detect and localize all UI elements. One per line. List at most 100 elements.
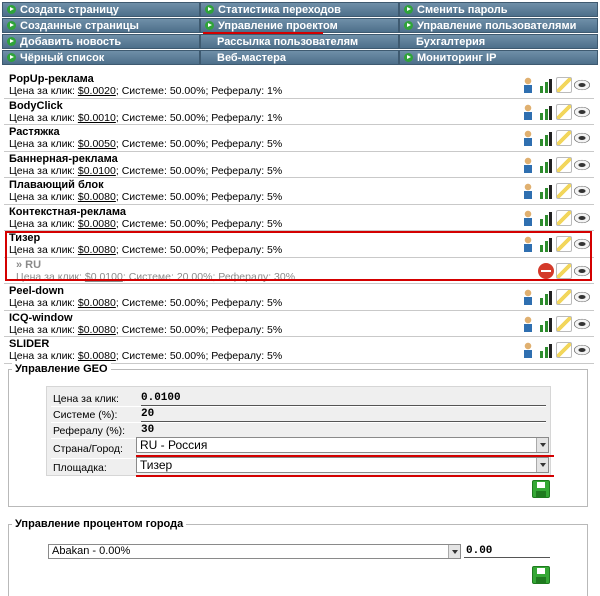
placement-select[interactable]: Тизер — [136, 457, 549, 473]
ad-type-name: SLIDER — [9, 338, 50, 350]
stats-icon[interactable] — [538, 156, 554, 173]
arrow-icon — [7, 53, 16, 62]
nav-click-stats[interactable]: Статистика переходов — [200, 2, 399, 17]
geo-system-input[interactable]: 20 — [141, 408, 546, 422]
stats-icon[interactable] — [538, 289, 554, 305]
edit-icon[interactable] — [556, 289, 572, 305]
view-icon[interactable] — [574, 103, 590, 120]
nav-ip-monitoring[interactable]: Мониторинг IP — [399, 50, 598, 65]
view-icon[interactable] — [574, 209, 590, 226]
ad-type-info: Цена за клик: $0.0100; Системе: 50.00%; … — [9, 164, 283, 177]
view-icon[interactable] — [574, 130, 590, 146]
users-icon[interactable] — [520, 289, 536, 305]
price-link[interactable]: $0.0050 — [78, 138, 116, 150]
edit-icon[interactable] — [556, 130, 572, 146]
users-icon[interactable] — [520, 77, 536, 93]
price-link[interactable]: $0.0080 — [78, 191, 116, 203]
price-link[interactable]: $0.0100 — [78, 165, 116, 177]
highlight-box — [5, 231, 592, 281]
row-actions — [518, 130, 590, 146]
city-percent-input[interactable]: 0.00 — [464, 545, 550, 558]
ad-type-info: Цена за клик: $0.0010; Системе: 50.00%; … — [9, 111, 283, 124]
price-link[interactable]: $0.0080 — [78, 350, 116, 362]
city-select[interactable]: Abakan - 0.00% — [48, 544, 461, 559]
edit-icon[interactable] — [556, 103, 572, 120]
arrow-icon — [404, 21, 413, 30]
stats-icon[interactable] — [538, 77, 554, 93]
arrow-icon — [205, 21, 214, 30]
nav-project-management[interactable]: Управление проектом — [200, 18, 399, 33]
view-icon[interactable] — [574, 156, 590, 173]
ad-type-info: Цена за клик: $0.0080; Системе: 50.00%; … — [9, 323, 283, 336]
geo-system-row: Системе (%): 20 — [51, 407, 546, 423]
edit-icon[interactable] — [556, 77, 572, 93]
users-icon[interactable] — [520, 130, 536, 146]
price-link[interactable]: $0.0080 — [78, 218, 116, 230]
chevron-down-icon — [448, 545, 460, 558]
arrow-icon — [7, 37, 16, 46]
price-link[interactable]: $0.0080 — [78, 324, 116, 336]
ad-type-name: BodyClick — [9, 99, 63, 112]
edit-icon[interactable] — [556, 209, 572, 226]
stats-icon[interactable] — [538, 342, 554, 358]
nav-user-management[interactable]: Управление пользователями — [399, 18, 598, 33]
edit-icon[interactable] — [556, 342, 572, 358]
city-legend: Управление процентом города — [12, 518, 187, 530]
nav-accounting[interactable]: Бухгалтерия — [399, 34, 598, 49]
arrow-icon — [404, 5, 413, 14]
ad-type-row: PopUp-реклама Цена за клик: $0.0020; Сист… — [4, 72, 594, 99]
arrow-icon — [205, 5, 214, 14]
ad-type-name: Плавающий блок — [9, 179, 104, 191]
stats-icon[interactable] — [538, 183, 554, 199]
price-link[interactable]: $0.0080 — [78, 297, 116, 309]
nav-add-news[interactable]: Добавить новость — [2, 34, 200, 49]
ad-type-row: Плавающий блок Цена за клик: $0.0080; Сис… — [4, 178, 594, 205]
stats-icon[interactable] — [538, 103, 554, 120]
view-icon[interactable] — [574, 315, 590, 332]
ad-type-name: Растяжка — [9, 126, 60, 138]
view-icon[interactable] — [574, 289, 590, 305]
nav-create-page[interactable]: Создать страницу — [2, 2, 200, 17]
nav-blacklist[interactable]: Чёрный список — [2, 50, 200, 65]
view-icon[interactable] — [574, 77, 590, 93]
stats-icon[interactable] — [538, 315, 554, 332]
row-actions — [518, 289, 590, 305]
geo-price-input[interactable]: 0.0100 — [141, 392, 546, 406]
save-icon[interactable] — [532, 480, 550, 498]
ad-type-row: ICQ-window Цена за клик: $0.0080; Системе… — [4, 311, 594, 337]
stats-icon[interactable] — [538, 130, 554, 146]
users-icon[interactable] — [520, 342, 536, 358]
chevron-down-icon — [536, 438, 548, 452]
ad-type-info: Цена за клик: $0.0020; Системе: 50.00%; … — [9, 85, 283, 97]
stats-icon[interactable] — [538, 209, 554, 226]
ad-type-name: Баннерная-реклама — [9, 152, 118, 165]
geo-price-row: Цена за клик: 0.0100 — [51, 391, 546, 407]
price-link[interactable]: $0.0020 — [78, 85, 116, 97]
users-icon[interactable] — [520, 103, 536, 120]
users-icon[interactable] — [520, 156, 536, 173]
edit-icon[interactable] — [556, 156, 572, 173]
ad-type-row: Peel-down Цена за клик: $0.0080; Системе:… — [4, 284, 594, 311]
row-actions — [518, 342, 590, 358]
nav-webmasters[interactable]: Веб-мастера — [200, 50, 399, 65]
nav-change-password[interactable]: Сменить пароль — [399, 2, 598, 17]
ad-type-row: Растяжка Цена за клик: $0.0050; Системе: … — [4, 125, 594, 152]
price-link[interactable]: $0.0010 — [78, 112, 116, 124]
country-select[interactable]: RU - Россия — [136, 437, 549, 453]
users-icon[interactable] — [520, 183, 536, 199]
users-icon[interactable] — [520, 315, 536, 332]
geo-referral-input[interactable]: 30 — [141, 424, 546, 438]
view-icon[interactable] — [574, 342, 590, 358]
arrow-icon — [7, 5, 16, 14]
nav-user-mailing[interactable]: Рассылка пользователям — [200, 34, 399, 49]
view-icon[interactable] — [574, 183, 590, 199]
edit-icon[interactable] — [556, 315, 572, 332]
ad-type-info: Цена за клик: $0.0080; Системе: 50.00%; … — [9, 191, 283, 203]
save-icon[interactable] — [532, 566, 550, 584]
nav-created-pages[interactable]: Созданные страницы — [2, 18, 200, 33]
ad-type-info: Цена за клик: $0.0080; Системе: 50.00%; … — [9, 217, 283, 230]
edit-icon[interactable] — [556, 183, 572, 199]
ad-type-info: Цена за клик: $0.0080; Системе: 50.00%; … — [9, 350, 283, 362]
ad-type-list: PopUp-реклама Цена за клик: $0.0020; Сист… — [4, 72, 594, 364]
users-icon[interactable] — [520, 209, 536, 226]
